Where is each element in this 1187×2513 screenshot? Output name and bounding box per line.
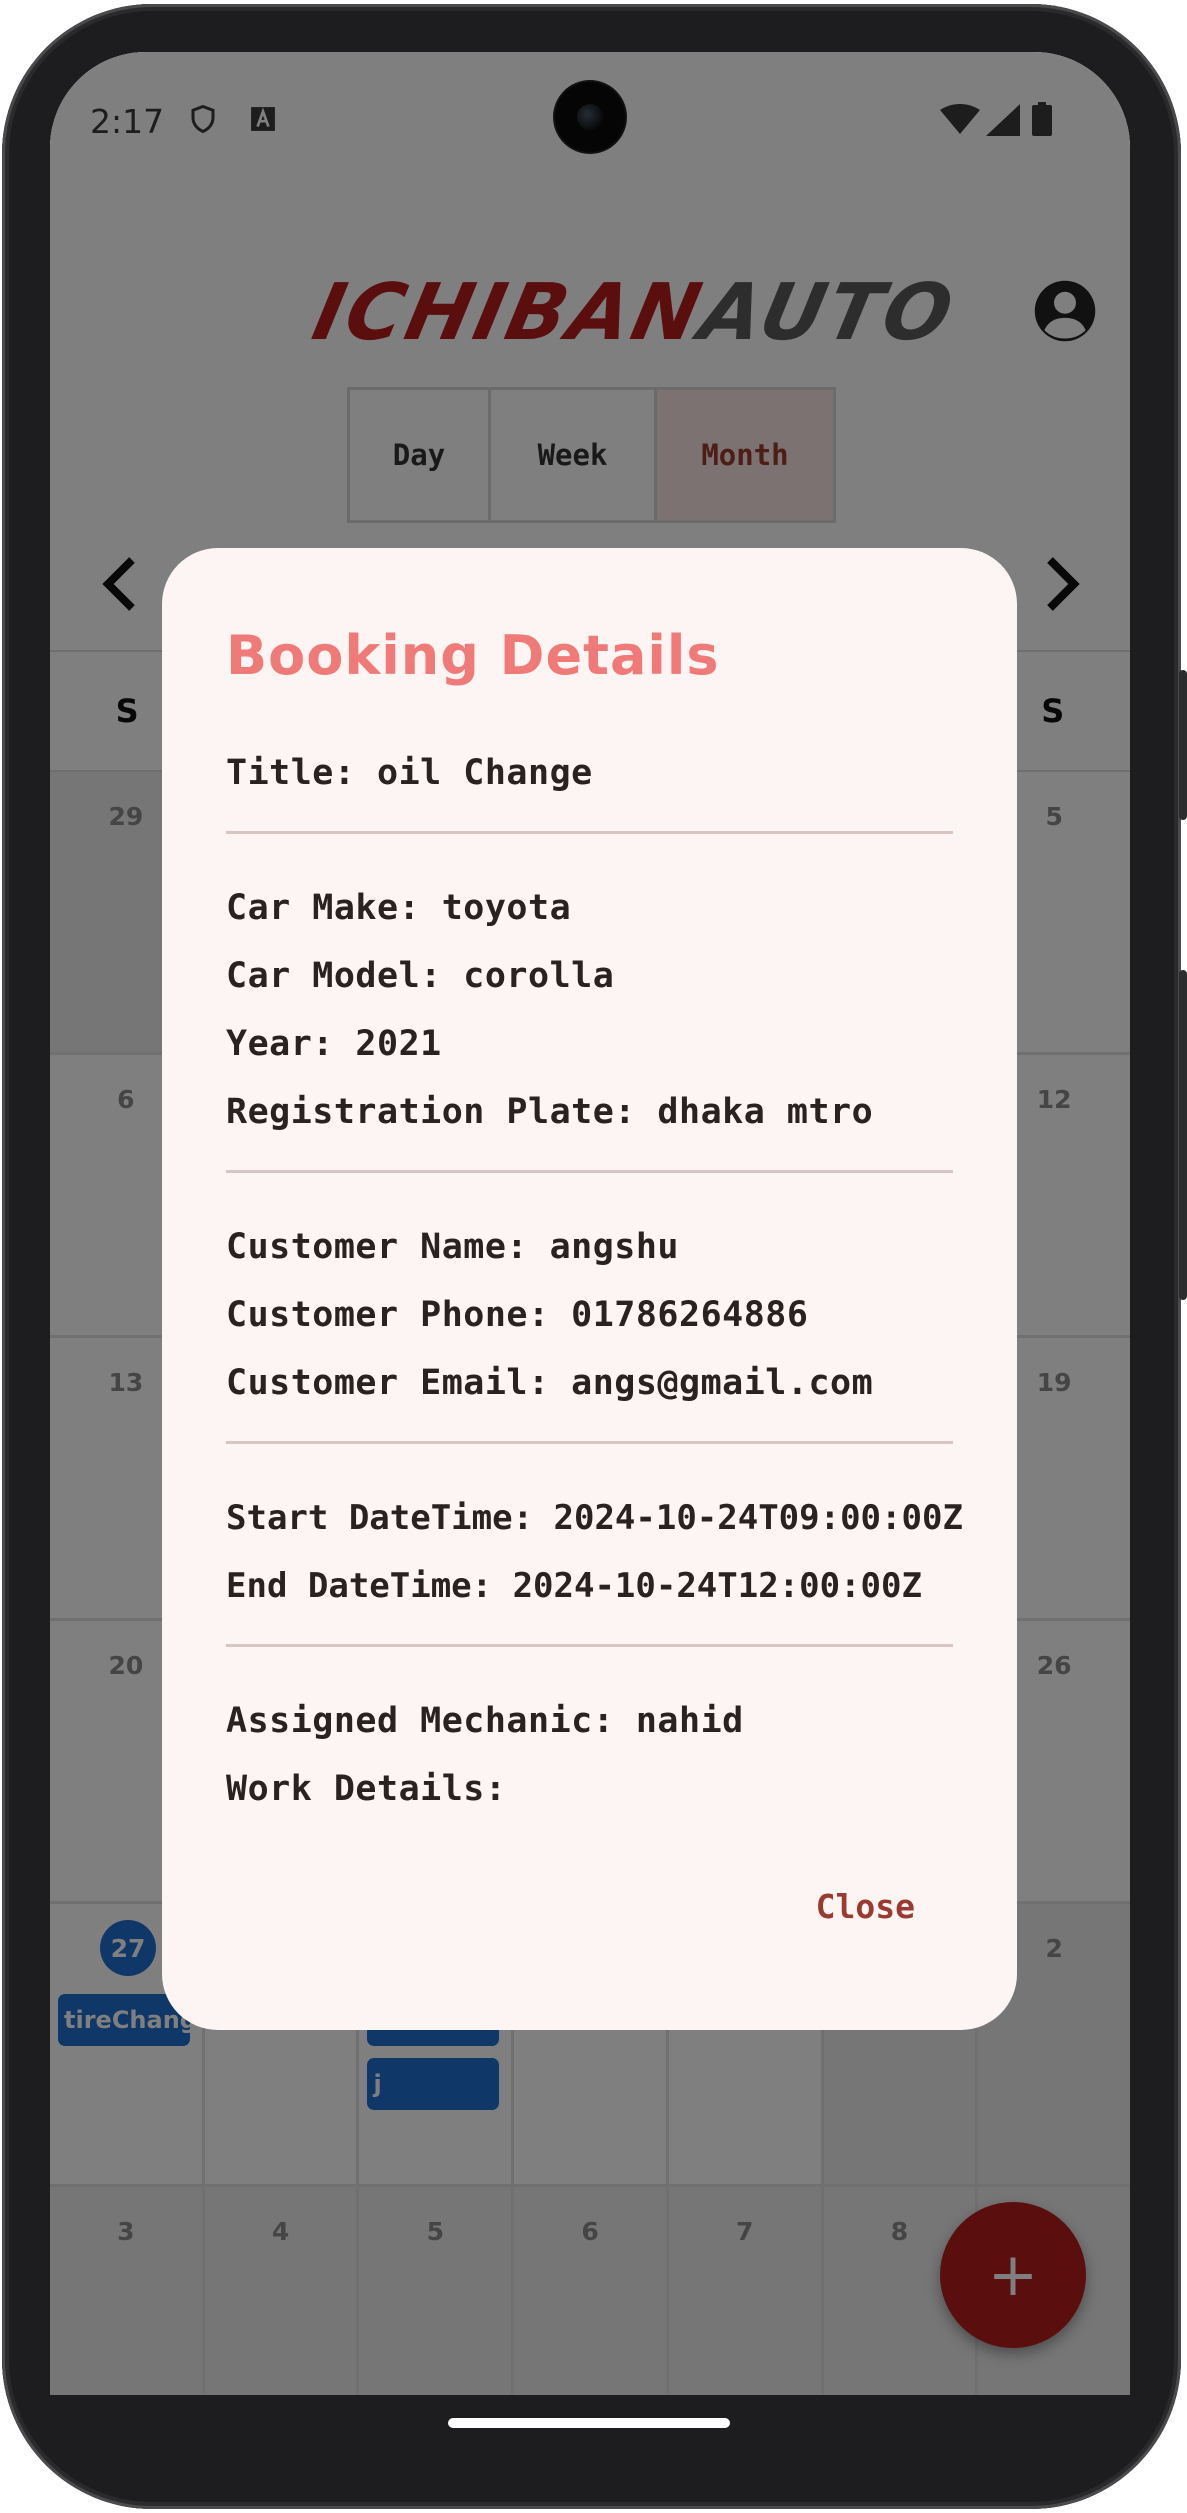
- end-datetime: End DateTime: 2024-10-24T12:00:00Z: [226, 1566, 922, 1606]
- close-button[interactable]: Close: [816, 1887, 915, 1926]
- booking-details-dialog: Booking Details Title: oil Change Car Ma…: [162, 548, 1017, 2030]
- assigned-mechanic: Assigned Mechanic: nahid: [226, 1701, 744, 1741]
- customer-phone: Customer Phone: 01786264886: [226, 1295, 809, 1335]
- volume-button: [1179, 970, 1187, 1300]
- power-button: [1179, 670, 1187, 820]
- customer-name: Customer Name: angshu: [226, 1227, 680, 1267]
- home-indicator[interactable]: [448, 2418, 730, 2428]
- car-year: Year: 2021: [226, 1024, 442, 1064]
- car-make: Car Make: toyota: [226, 888, 572, 928]
- work-details: Work Details:: [226, 1769, 507, 1809]
- booking-title: Title: oil Change: [226, 753, 593, 793]
- dialog-title: Booking Details: [226, 624, 720, 687]
- start-datetime: Start DateTime: 2024-10-24T09:00:00Z: [226, 1498, 963, 1538]
- customer-email: Customer Email: angs@gmail.com: [226, 1363, 874, 1403]
- divider: [226, 1644, 953, 1647]
- screen: 2:17 ICHIBANAUTO Day: [50, 52, 1130, 2395]
- registration-plate: Registration Plate: dhaka mtro: [226, 1092, 874, 1132]
- divider: [226, 831, 953, 834]
- divider: [226, 1441, 953, 1444]
- divider: [226, 1170, 953, 1173]
- car-model: Car Model: corolla: [226, 956, 615, 996]
